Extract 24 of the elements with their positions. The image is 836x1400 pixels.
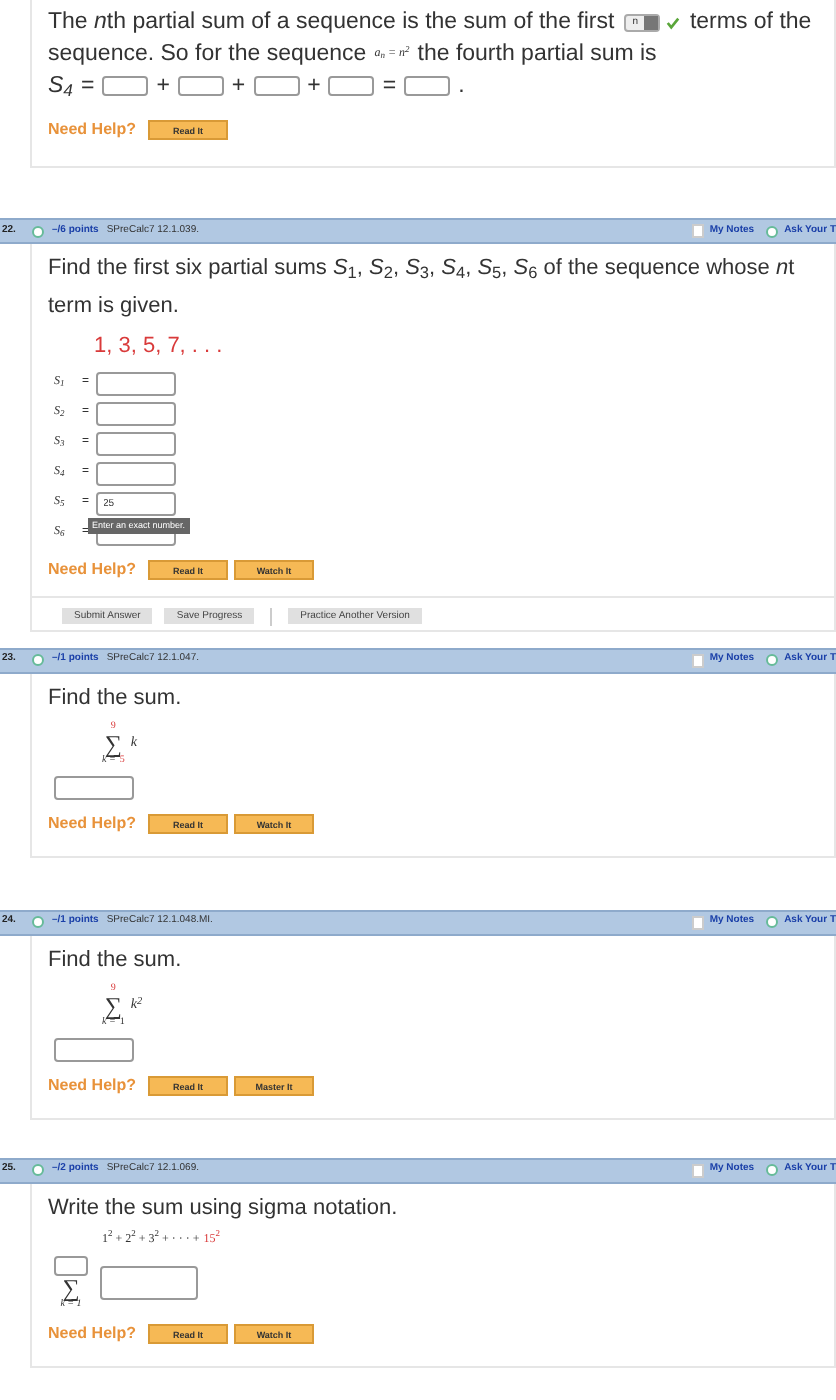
operator: + [307,72,321,102]
operator: = [382,72,397,102]
question-text: Write the sum using sigma notation. [48,1193,400,1223]
help-label: Need Help? [48,1321,137,1345]
help-label: Need Help? [48,118,137,142]
operator: + [156,72,170,102]
sigma-symbol: ∑ [104,993,122,1017]
question-text: terms of the [689,8,812,38]
sigma-symbol: ∑ [62,1275,80,1299]
help-label: Need Help? [48,811,137,835]
question-text: Find the sum. [48,683,184,713]
sequence-text: 1, 3, 5, 7, . . . [94,332,225,362]
sigma-symbol: ∑ [104,731,122,755]
sum-label: S$_{4}$ [48,72,73,102]
period: . [458,72,465,102]
help-label: Need Help? [48,1073,137,1097]
operator: = [80,72,95,102]
question-text: sequence. So for the sequence [48,40,367,70]
question-text: the fourth partial sum is [417,40,657,70]
question-text: Find the sum. [48,945,184,975]
question-text: Find the first six partial sums S$_{1}$, S$_{2}$, S$_{3}$, S$_{4}$, S$_{5}$, S$_{6}$ of the sequence whose nt term is given. [48,254,797,322]
question-text: The nth partial sum of a sequence is the sum of the first [48,8,615,38]
help-label: Need Help? [48,557,137,581]
operator: + [231,72,246,102]
